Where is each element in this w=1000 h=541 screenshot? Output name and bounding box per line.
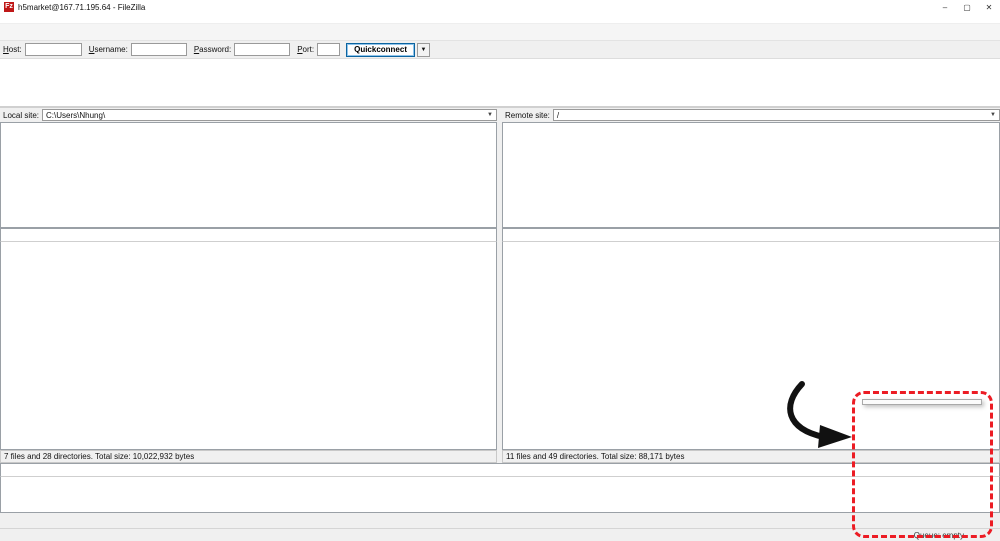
remote-path-value: / (557, 111, 559, 120)
local-file-list (0, 242, 497, 450)
local-pane: Local site: C:\Users\Nhung\ ▼ 7 files and… (0, 108, 497, 463)
chevron-down-icon[interactable]: ▼ (485, 110, 495, 120)
remote-path-combo[interactable]: /▼ (553, 109, 1000, 121)
menu-bar (0, 14, 1000, 24)
local-list-header (0, 228, 497, 242)
status-led-red (990, 532, 996, 538)
minimize-button[interactable]: – (934, 1, 956, 14)
transfer-queue-body (0, 477, 1000, 513)
window-title: h5market@167.71.195.64 - FileZilla (18, 3, 145, 12)
annotation-arrow (778, 379, 863, 451)
quickconnect-bar: Host: Username: Password: Port: Quickcon… (0, 41, 1000, 59)
password-input[interactable] (234, 43, 290, 56)
local-summary: 7 files and 28 directories. Total size: … (0, 450, 497, 463)
queue-status-text: Queue: empty (914, 531, 964, 540)
remote-file-list (502, 242, 1000, 450)
transfer-queue-header (0, 463, 1000, 477)
chevron-down-icon[interactable]: ▼ (988, 110, 998, 120)
host-label: Host: (3, 45, 22, 54)
remote-site-label: Remote site: (502, 111, 553, 120)
remote-pane: Remote site: /▼ 11 files and 49 director… (502, 108, 1000, 463)
queue-tabs (0, 513, 1000, 528)
context-menu (862, 399, 982, 405)
password-label: Password: (194, 45, 231, 54)
close-button[interactable]: ✕ (978, 1, 1000, 14)
host-input[interactable] (25, 43, 82, 56)
maximize-button[interactable]: ▢ (956, 1, 978, 14)
title-bar: Fz h5market@167.71.195.64 - FileZilla – … (0, 0, 1000, 14)
username-input[interactable] (131, 43, 187, 56)
username-label: Username: (89, 45, 128, 54)
port-label: Port: (297, 45, 314, 54)
status-bar: Queue: empty (0, 528, 1000, 541)
filezilla-app-icon: Fz (4, 2, 14, 12)
toolbar (0, 24, 1000, 41)
remote-summary: 11 files and 49 directories. Total size:… (502, 450, 1000, 463)
local-path-combo[interactable]: C:\Users\Nhung\ ▼ (42, 109, 497, 121)
quickconnect-button[interactable]: Quickconnect (346, 43, 415, 57)
status-led-green (981, 532, 987, 538)
remote-tree (502, 122, 1000, 228)
local-site-label: Local site: (0, 111, 42, 120)
local-path-value: C:\Users\Nhung\ (46, 111, 105, 120)
port-input[interactable] (317, 43, 340, 56)
local-tree (0, 122, 497, 228)
quickconnect-dropdown-icon[interactable]: ▼ (417, 43, 430, 57)
remote-list-header (502, 228, 1000, 242)
message-log (0, 59, 1000, 108)
